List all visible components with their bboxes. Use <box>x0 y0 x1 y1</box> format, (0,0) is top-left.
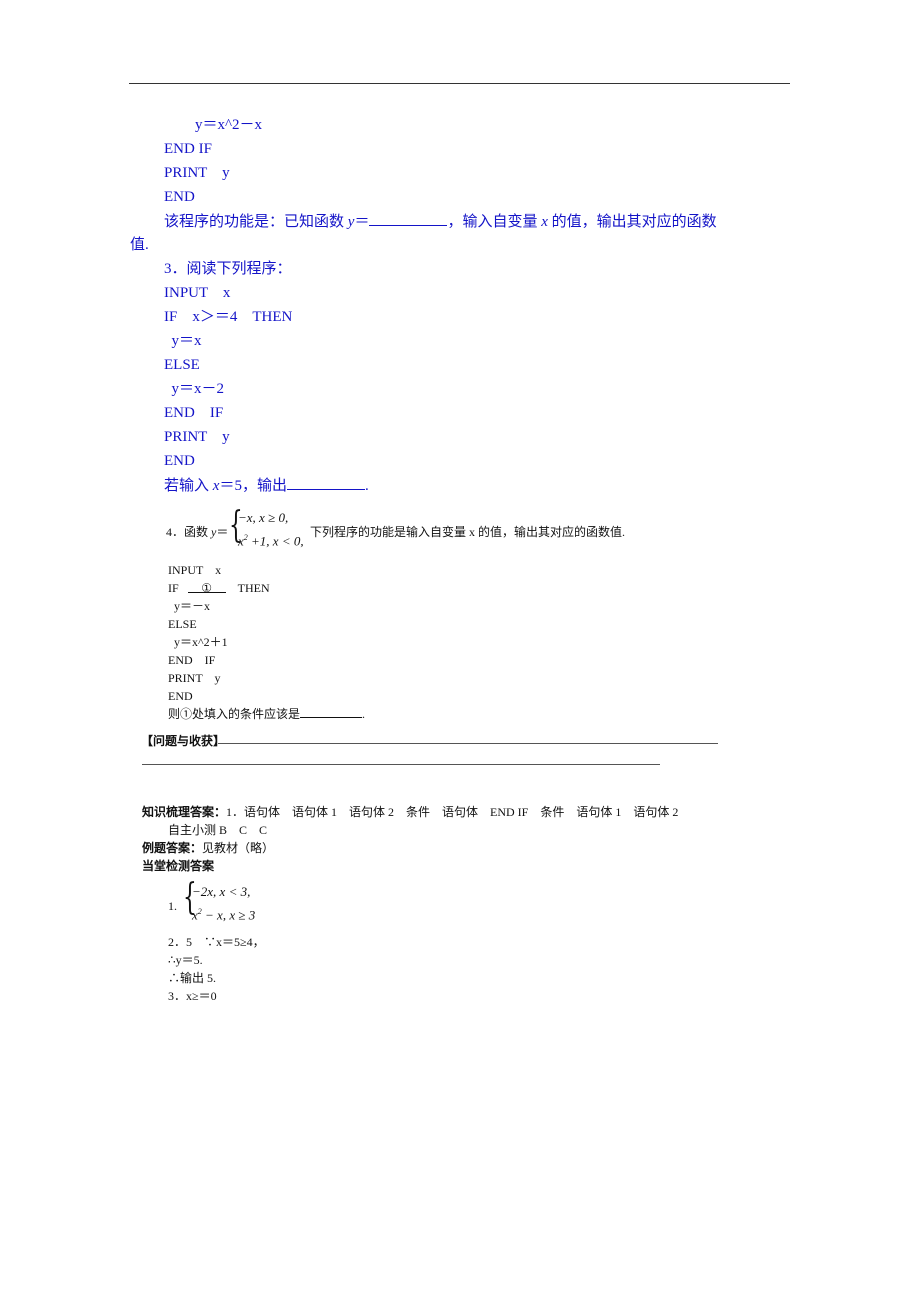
knowledge-answers: 知识梳理答案：1．语句体 语句体 1 语句体 2 条件 语句体 END IF 条… <box>142 802 678 822</box>
keyword-if: IF <box>168 581 179 595</box>
question-heading: 3．阅读下列程序： <box>164 261 292 277</box>
code-line: ELSE <box>168 617 197 631</box>
code-line: y＝x－2 <box>164 381 225 397</box>
answer-blank[interactable] <box>300 706 363 718</box>
code-line: END <box>164 189 195 205</box>
code-line: PRINT y <box>164 429 230 445</box>
eq-sign: ＝ <box>216 525 229 539</box>
period: . <box>364 478 369 494</box>
example-answers: 例题答案：见教材（略） <box>142 838 274 858</box>
answer-two-line: ∴输出 5. <box>168 971 217 985</box>
answer-blank[interactable] <box>286 475 365 490</box>
code-line: y＝x <box>164 333 202 349</box>
question-text: 则①处填入的条件应该是 <box>168 707 301 721</box>
example-label: 例题答案： <box>142 841 203 855</box>
question-wrap: 值. <box>130 237 149 253</box>
code-line: y＝x^2＋1 <box>168 635 228 649</box>
code-line: y＝x^2－x <box>195 117 263 133</box>
code-line-if: IF ① THEN <box>168 578 270 598</box>
code-line: PRINT y <box>164 165 230 181</box>
code-line: IF x＞＝4 THEN <box>164 309 293 325</box>
answer-one-case-one: −2x, x < 3, <box>192 884 251 899</box>
question-text: ，输入自变量 <box>447 214 542 230</box>
case-rest: +1, x < 0, <box>247 533 304 549</box>
code-line: END IF <box>168 653 216 667</box>
reflection-label: 【问题与收获】 <box>141 734 226 748</box>
question-two: 该程序的功能是：已知函数 y＝ ，输入自变量 x 的值，输出其对应的函数 <box>164 211 717 232</box>
self-test-answers: 自主小测 B C C <box>168 823 268 837</box>
condition-blank[interactable]: ① <box>187 578 226 595</box>
question-text: ＝5，输出 <box>219 478 287 494</box>
header-rule <box>129 83 790 84</box>
case-two: x2 +1, x < 0, <box>238 530 304 549</box>
answer-two-line: 2．5 ∵x＝5≥4， <box>168 935 265 949</box>
reflection-line[interactable] <box>142 764 660 765</box>
keyword-then: THEN <box>237 581 270 595</box>
code-line: INPUT x <box>168 563 222 577</box>
var-x: x <box>541 214 548 230</box>
answer-three: 3．x≥＝0 <box>168 989 217 1003</box>
example-text: 见教材（略） <box>202 841 275 855</box>
answer-one-case-two: x2 − x, x ≥ 3 <box>192 904 255 923</box>
code-line: PRINT y <box>168 671 221 685</box>
case-rest: − x, x ≥ 3 <box>201 907 256 923</box>
code-line: END <box>168 689 193 703</box>
answer-one-label: 1. <box>168 899 177 913</box>
code-line: y＝－x <box>168 599 211 613</box>
answer-two-line: ∴y＝5. <box>168 953 203 967</box>
label-text: 4．函数 <box>166 525 212 539</box>
question-description: 下列程序的功能是输入自变量 x 的值，输出其对应的函数值. <box>310 525 626 539</box>
question-label: 4．函数 y＝ <box>166 522 228 542</box>
code-line: INPUT x <box>164 285 231 301</box>
knowledge-text: 1．语句体 语句体 1 语句体 2 条件 语句体 END IF 条件 语句体 1… <box>226 805 679 819</box>
question-text: 若输入 <box>164 478 213 494</box>
answer-blank[interactable] <box>369 211 448 226</box>
case-one: −x, x ≥ 0, <box>238 510 289 525</box>
code-line: END IF <box>164 141 212 157</box>
question-text: 的值，输出其对应的函数 <box>547 214 717 230</box>
question-four: 则①处填入的条件应该是. <box>168 704 365 724</box>
code-line: END <box>164 453 195 469</box>
check-label: 当堂检测答案 <box>142 859 215 873</box>
code-line: ELSE <box>164 357 200 373</box>
question-text: 该程序的功能是：已知函数 <box>164 214 348 230</box>
eq-sign: ＝ <box>354 214 370 230</box>
knowledge-label: 知识梳理答案： <box>142 805 227 819</box>
reflection-line[interactable] <box>218 743 718 744</box>
question-three: 若输入 x＝5，输出. <box>164 475 369 496</box>
period: . <box>362 707 366 721</box>
code-line: END IF <box>164 405 224 421</box>
